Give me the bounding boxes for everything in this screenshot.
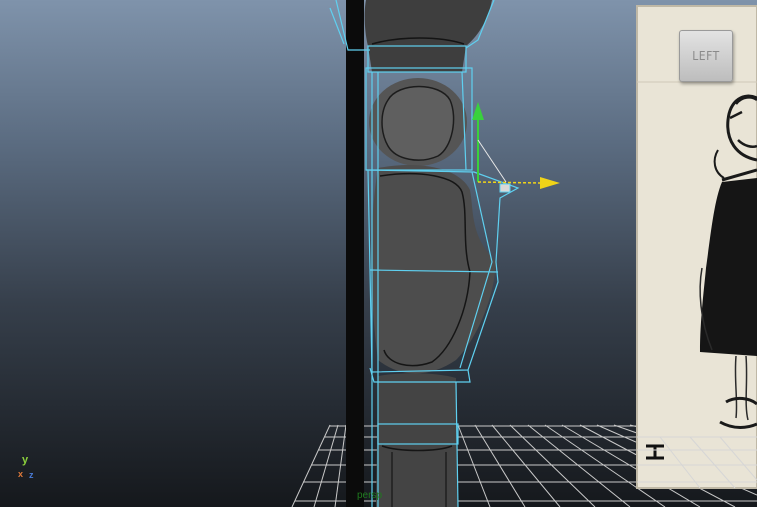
back-slab <box>346 0 364 507</box>
camera-name-label: persp <box>357 490 383 501</box>
view-cube-label: LEFT <box>692 49 720 63</box>
axis-y-label: y <box>22 454 29 466</box>
leg-mesh[interactable] <box>364 0 496 507</box>
axis-x-label: x <box>18 469 24 479</box>
scene-canvas[interactable] <box>0 0 757 507</box>
manipulator-y-arrow <box>472 102 484 120</box>
3d-viewport[interactable]: LEFT y x z persp <box>0 0 757 507</box>
axis-z-label: z <box>29 470 34 480</box>
view-cube[interactable]: LEFT <box>679 30 733 82</box>
axis-indicator: y x z <box>18 455 48 485</box>
manipulator-x-arrow <box>540 177 560 189</box>
move-manipulator[interactable] <box>472 102 560 193</box>
